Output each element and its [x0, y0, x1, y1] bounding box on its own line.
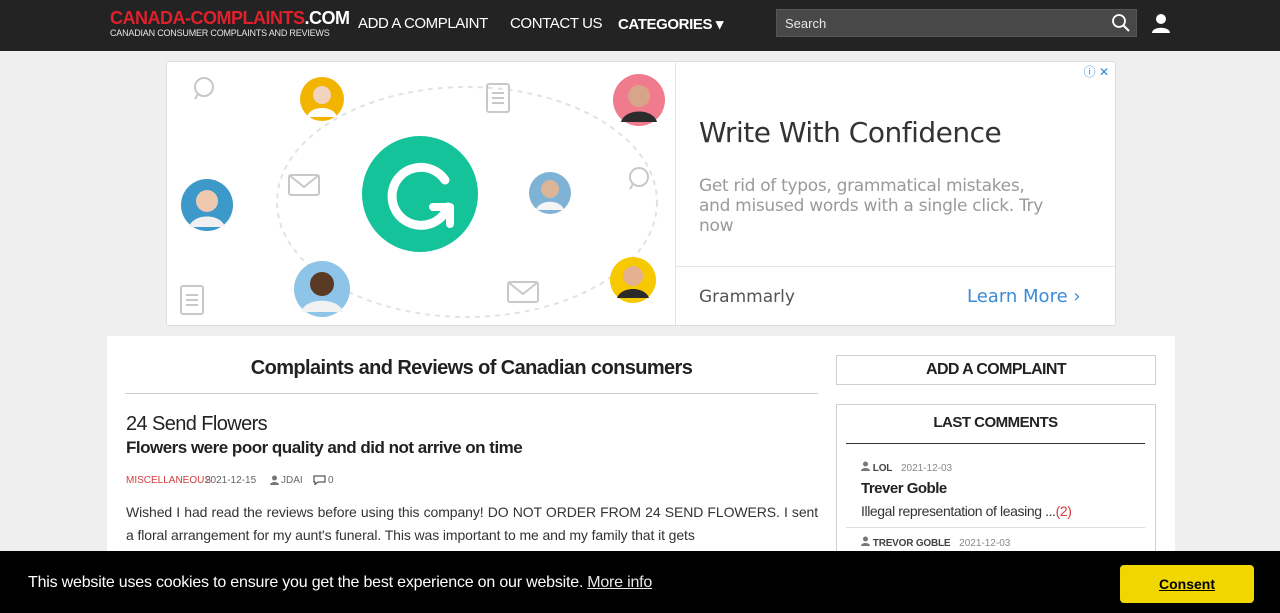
ad-advertiser: Grammarly: [699, 287, 795, 307]
post-comments-count[interactable]: 0: [313, 475, 334, 486]
search-icon[interactable]: [1111, 13, 1131, 33]
cookie-text: This website uses cookies to ensure you …: [28, 574, 584, 591]
post-excerpt: Wished I had read the reviews before usi…: [126, 504, 818, 543]
post-company-link[interactable]: 24 Send Flowers: [126, 413, 268, 436]
comment-user[interactable]: TREVOR GOBLE: [873, 538, 951, 549]
search-input[interactable]: [777, 10, 1107, 36]
last-comments-heading: LAST COMMENTS: [933, 414, 1058, 431]
comment-excerpt[interactable]: Illegal representation of leasing ...(2): [861, 503, 1072, 519]
user-icon: [861, 536, 870, 546]
user-icon[interactable]: [1150, 12, 1172, 34]
ad-headline: Write With Confidence: [699, 116, 1002, 149]
cookie-more-info-link[interactable]: More info: [587, 574, 652, 591]
nav-categories[interactable]: CATEGORIES ▾: [618, 15, 723, 33]
grammarly-logo: [362, 136, 478, 252]
post-author-name: JDAI: [281, 475, 303, 486]
user-icon: [270, 475, 279, 485]
page-title: Complaints and Reviews of Canadian consu…: [250, 357, 693, 379]
post-title-link[interactable]: Flowers were poor quality and did not ar…: [126, 438, 523, 458]
ad-divider: [676, 266, 1115, 267]
cookie-consent-button[interactable]: Consent: [1120, 565, 1254, 603]
ad-illustration: [180, 74, 665, 318]
divider: [125, 393, 818, 394]
top-navbar: CANADA-COMPLAINTS.COM CANADIAN CONSUMER …: [0, 0, 1280, 51]
post-date: 2021-12-15: [205, 475, 257, 486]
logo-red-text: CANADA-COMPLAINTS: [110, 8, 305, 28]
comment-icon: [313, 475, 326, 486]
comment-date: 2021-12-03: [959, 538, 1011, 549]
site-logo[interactable]: CANADA-COMPLAINTS.COM CANADIAN CONSUMER …: [110, 8, 350, 38]
divider: [846, 443, 1145, 444]
nav-contact-us[interactable]: CONTACT US: [510, 15, 603, 32]
post-category-link[interactable]: MISCELLANEOUS: [126, 475, 211, 486]
cookie-banner: This website uses cookies to ensure you …: [0, 551, 1280, 613]
logo-wordmark: CANADA-COMPLAINTS.COM: [110, 8, 350, 28]
comment-date: 2021-12-03: [900, 463, 953, 474]
ad-choices-icon[interactable]: ⓘ ✕: [1084, 63, 1109, 80]
grammarly-ad[interactable]: Write With Confidence Get rid of typos, …: [166, 61, 1116, 326]
post-comments-number: 0: [328, 475, 334, 486]
comment-company-link[interactable]: Trever Goble: [861, 480, 947, 497]
logo-white-text: .COM: [304, 8, 350, 28]
logo-tagline: CANADIAN CONSUMER COMPLAINTS AND REVIEWS: [110, 28, 330, 38]
search-bar: [776, 9, 1137, 37]
comment-meta: LOL 2021-12-03: [861, 461, 952, 474]
user-icon: [861, 461, 870, 471]
sidebar-add-complaint-button[interactable]: ADD A COMPLAINT: [836, 355, 1156, 385]
divider: [846, 527, 1145, 528]
ad-learn-more-link[interactable]: Learn More ›: [967, 286, 1081, 307]
ad-description: Get rid of typos, grammatical mistakes, …: [699, 176, 1044, 236]
post-author[interactable]: JDAI: [270, 475, 303, 486]
ad-divider: [675, 62, 676, 325]
nav-add-complaint[interactable]: ADD A COMPLAINT: [358, 15, 488, 32]
cookie-message: This website uses cookies to ensure you …: [28, 574, 652, 592]
comment-reply-count: (2): [1055, 503, 1072, 519]
comment-meta: TREVOR GOBLE 2021-12-03: [861, 536, 1010, 549]
comment-user[interactable]: LOL: [873, 463, 893, 474]
comment-text: Illegal representation of leasing ...: [861, 503, 1056, 519]
